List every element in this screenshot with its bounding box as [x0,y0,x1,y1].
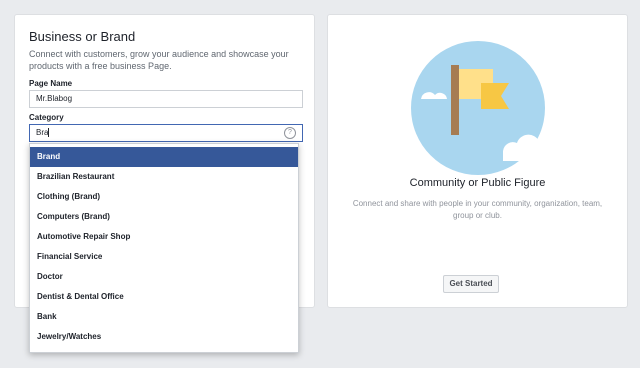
community-description: Connect and share with people in your co… [352,199,603,220]
get-started-button[interactable]: Get Started [443,275,499,293]
question-mark-icon[interactable]: ? [284,127,296,139]
dropdown-option-dentist[interactable]: Dentist & Dental Office [30,287,298,307]
community-card: Community or Public Figure Connect and s… [327,14,628,308]
category-input[interactable]: Bra ? [29,124,303,142]
dropdown-option-doctor[interactable]: Doctor [30,267,298,287]
dropdown-option-jewelry-watches[interactable]: Jewelry/Watches [30,327,298,347]
community-title: Community or Public Figure [409,177,546,189]
page-name-input[interactable]: Mr.Blabog [29,90,303,108]
dropdown-option-financial-service[interactable]: Financial Service [30,247,298,267]
category-value: Bra [36,128,49,137]
page-name-label: Page Name [29,79,73,88]
category-dropdown[interactable]: Brand Brazilian Restaurant Clothing (Bra… [29,143,299,353]
business-title: Business or Brand [29,29,136,44]
text-caret [48,128,50,138]
category-label: Category [29,113,64,122]
dropdown-option-bank[interactable]: Bank [30,307,298,327]
page-name-value: Mr.Blabog [36,94,73,103]
dropdown-option-computers-brand[interactable]: Computers (Brand) [30,207,298,227]
dropdown-option-brand[interactable]: Brand [30,147,298,167]
dropdown-option-automotive-repair-shop[interactable]: Automotive Repair Shop [30,227,298,247]
dropdown-option-brazilian-restaurant[interactable]: Brazilian Restaurant [30,167,298,187]
dropdown-option-clothing-brand[interactable]: Clothing (Brand) [30,187,298,207]
flag-icon [411,41,546,175]
business-description: Connect with customers, grow your audien… [29,49,289,71]
